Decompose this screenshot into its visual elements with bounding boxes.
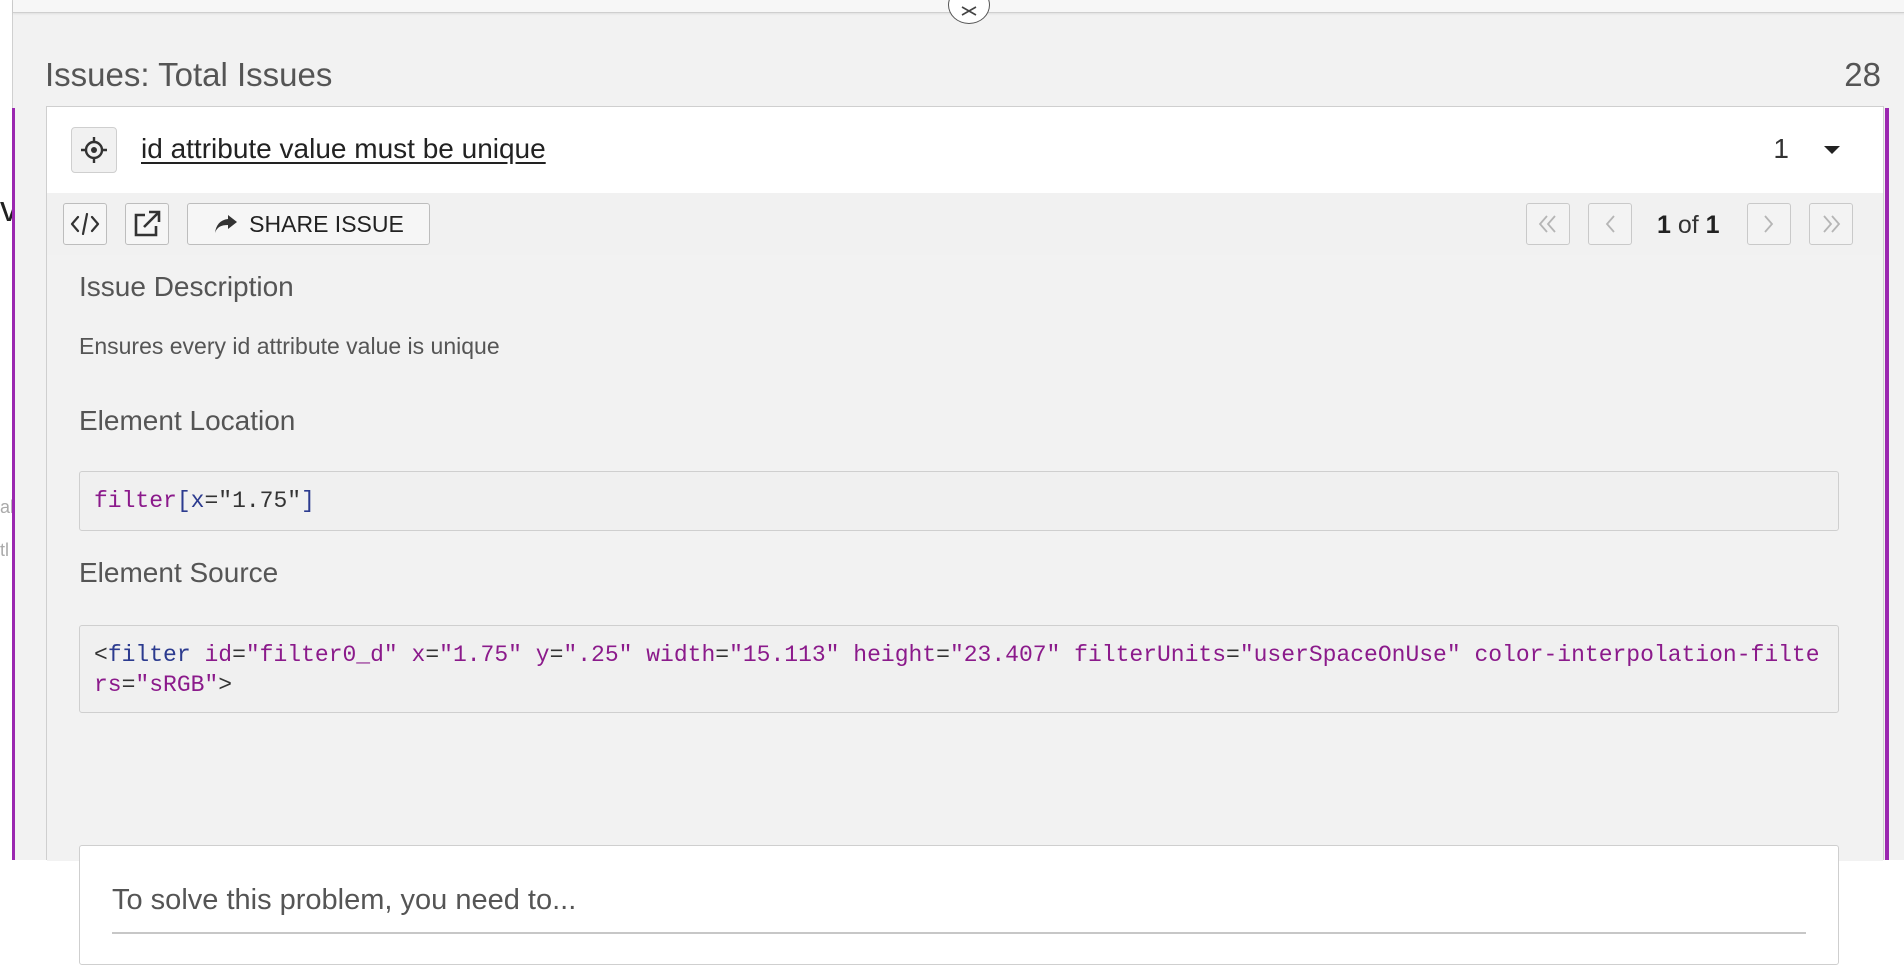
code-token: "15.113" [729, 642, 840, 668]
element-location-code: filter[x="1.75"] [79, 471, 1839, 531]
issue-card: id attribute value must be unique 1 SHAR… [46, 106, 1884, 965]
code-token: id [204, 642, 233, 668]
code-token: filterUnits [1074, 642, 1226, 668]
code-token: ] [301, 488, 315, 514]
pagination-total: 1 [1705, 211, 1720, 239]
code-token: height [853, 642, 937, 668]
issue-details: Issue Description Ensures every id attri… [47, 255, 1883, 965]
code-token: "1.75" [218, 488, 302, 514]
issues-panel: Issues: Total Issues 28 id attribute val… [12, 0, 1904, 965]
element-source-code: <filter id="filter0_d" x="1.75" y=".25" … [79, 625, 1839, 713]
issue-toolbar: SHARE ISSUE 1 of 1 [47, 193, 1883, 256]
code-token: < [94, 642, 108, 668]
close-icon [961, 6, 977, 16]
accent-border-left [12, 108, 15, 860]
accent-border-right [1885, 108, 1889, 860]
background-text-fragment: tl [0, 540, 9, 560]
code-token: "filter0_d" [245, 642, 398, 668]
next-page-button[interactable] [1747, 203, 1791, 245]
code-token: y [535, 642, 550, 668]
pagination-current: 1 [1657, 211, 1671, 239]
code-token: ".25" [563, 642, 633, 668]
code-token: "userSpaceOnUse" [1239, 642, 1461, 668]
highlight-element-button[interactable] [71, 127, 117, 173]
issue-count: 1 [1773, 133, 1789, 164]
pagination-of-label: of [1677, 211, 1699, 239]
expand-issue-toggle[interactable] [1817, 135, 1847, 165]
open-external-button[interactable] [125, 203, 169, 245]
code-token: width [646, 642, 716, 668]
code-token: x [411, 642, 426, 668]
last-page-button[interactable] [1809, 203, 1853, 245]
element-source-heading: Element Source [79, 557, 279, 588]
code-token: "23.407" [949, 642, 1061, 668]
code-token: "sRGB" [135, 672, 219, 698]
element-location-heading: Element Location [79, 405, 296, 436]
code-token: filter [107, 642, 191, 668]
first-page-button[interactable] [1526, 203, 1570, 245]
pagination-status: 1 of 1 [1657, 211, 1720, 240]
view-code-button[interactable] [63, 203, 107, 245]
previous-page-button[interactable] [1588, 203, 1632, 245]
solution-heading: To solve this problem, you need to... [112, 884, 577, 916]
caret-down-icon [1824, 146, 1840, 154]
divider [112, 932, 1806, 934]
close-panel-button[interactable] [948, 0, 990, 24]
issue-description-text: Ensures every id attribute value is uniq… [79, 333, 500, 359]
double-chevron-right-icon [1823, 215, 1841, 233]
share-issue-label: SHARE ISSUE [249, 210, 404, 237]
double-chevron-left-icon [1538, 215, 1556, 233]
code-token: > [218, 672, 233, 698]
code-token: x [190, 488, 205, 514]
share-arrow-icon [215, 215, 238, 233]
chevron-right-icon [1764, 215, 1774, 233]
code-icon [70, 213, 100, 235]
code-token: [ [176, 488, 191, 514]
issues-title: Issues: Total Issues [45, 56, 333, 93]
external-link-icon [134, 210, 161, 237]
chevron-left-icon [1605, 215, 1615, 233]
solution-box: To solve this problem, you need to... [79, 845, 1839, 965]
code-token: "1.75" [439, 642, 522, 668]
code-token: = [204, 488, 219, 514]
code-token: filter [94, 488, 177, 514]
share-issue-button[interactable]: SHARE ISSUE [187, 203, 430, 245]
issue-description-heading: Issue Description [79, 271, 294, 302]
issue-title-link[interactable]: id attribute value must be unique [141, 133, 546, 165]
issue-header: id attribute value must be unique 1 [47, 107, 1883, 194]
crosshair-icon [81, 137, 107, 163]
issues-total-count: 28 [1844, 56, 1881, 93]
